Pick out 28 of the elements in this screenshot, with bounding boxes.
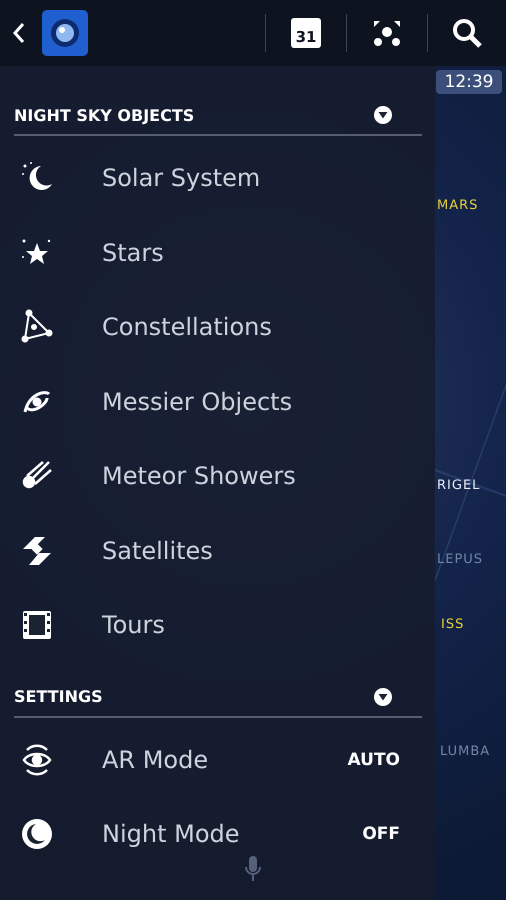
menu-item[interactable]: Solar System <box>0 141 435 216</box>
menu-item[interactable]: Constellations <box>0 290 435 364</box>
time-badge: 12:39 <box>436 70 502 94</box>
calendar-icon[interactable]: 31 <box>291 18 321 48</box>
menu-item[interactable]: Night Mode OFF <box>0 797 435 872</box>
menu-item[interactable]: Stars <box>0 216 435 290</box>
constellation-arrows-icon[interactable] <box>371 18 403 48</box>
collapse-icon[interactable] <box>374 106 392 124</box>
back-icon[interactable] <box>12 22 26 44</box>
sky-label: ISS <box>441 617 464 632</box>
search-icon[interactable] <box>452 18 482 48</box>
app-icon[interactable] <box>42 10 88 56</box>
constellation-icon <box>19 309 55 346</box>
sky-label: MARS <box>437 198 478 213</box>
section-title: SETTINGS <box>14 687 103 706</box>
setting-value: OFF <box>362 824 400 844</box>
setting-value: AUTO <box>348 750 400 770</box>
menu-item[interactable]: AR Mode AUTO <box>0 722 435 797</box>
menu-item[interactable]: Satellites <box>0 514 435 588</box>
sky-label: LUMBA <box>440 744 490 759</box>
sky-label: LEPUS <box>437 552 484 567</box>
section-title: NIGHT SKY OBJECTS <box>14 106 194 124</box>
sky-label: RIGEL <box>437 478 480 493</box>
collapse-icon[interactable] <box>374 688 392 706</box>
menu-item[interactable]: Meteor Showers <box>0 439 435 514</box>
menu-item[interactable]: Messier Objects <box>0 364 435 439</box>
microphone-icon[interactable] <box>245 856 261 882</box>
menu-item[interactable]: Tours <box>0 588 435 662</box>
